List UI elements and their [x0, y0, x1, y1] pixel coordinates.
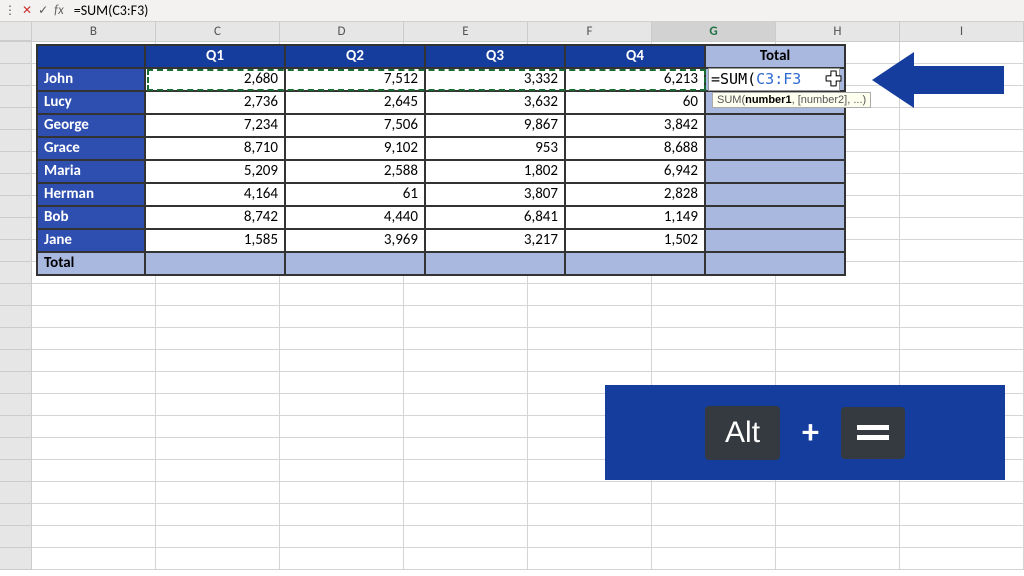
cell[interactable]: 7,512 — [285, 68, 425, 91]
cell[interactable]: 60 — [565, 91, 705, 114]
cell-total[interactable] — [705, 137, 845, 160]
col-header-F[interactable]: F — [528, 22, 652, 41]
col-header-G[interactable]: G — [652, 22, 776, 41]
cell[interactable]: 8,742 — [145, 206, 285, 229]
cell[interactable]: 3,332 — [425, 68, 565, 91]
equals-key — [841, 407, 905, 459]
alt-key: Alt — [705, 406, 780, 460]
cell-total[interactable] — [705, 160, 845, 183]
cell[interactable]: 7,506 — [285, 114, 425, 137]
tooltip-fn: SUM( — [717, 94, 745, 106]
cell[interactable]: 2,828 — [565, 183, 705, 206]
col-header-q2[interactable]: Q2 — [285, 45, 425, 68]
cancel-icon[interactable]: ✕ — [22, 3, 32, 18]
cell[interactable]: 9,102 — [285, 137, 425, 160]
total-cell[interactable] — [285, 252, 425, 275]
row-name[interactable]: George — [37, 114, 145, 137]
col-header-I[interactable]: I — [900, 22, 1024, 41]
cell[interactable]: 61 — [285, 183, 425, 206]
corner-header — [37, 45, 145, 68]
row-name[interactable]: Grace — [37, 137, 145, 160]
cell[interactable]: 4,440 — [285, 206, 425, 229]
cell[interactable]: 6,841 — [425, 206, 565, 229]
formula-input[interactable] — [70, 2, 1020, 19]
function-tooltip: SUM(number1, [number2], ...) — [712, 92, 871, 108]
total-cell[interactable] — [565, 252, 705, 275]
total-cell[interactable] — [145, 252, 285, 275]
tooltip-arg1: number1 — [745, 94, 791, 106]
active-cell-formula[interactable]: =SUM(C3:F3 — [708, 68, 840, 91]
cell[interactable]: 2,645 — [285, 91, 425, 114]
enter-icon[interactable]: ✓ — [38, 3, 48, 18]
row-name[interactable]: Lucy — [37, 91, 145, 114]
cell[interactable]: 1,802 — [425, 160, 565, 183]
annotation-arrow — [914, 66, 1004, 94]
cell[interactable]: 1,149 — [565, 206, 705, 229]
row-name[interactable]: Bob — [37, 206, 145, 229]
cell-total[interactable] — [705, 229, 845, 252]
col-header-E[interactable]: E — [404, 22, 528, 41]
cell-total[interactable] — [705, 206, 845, 229]
col-header-D[interactable]: D — [280, 22, 404, 41]
cell[interactable]: 9,867 — [425, 114, 565, 137]
cell-total[interactable] — [705, 183, 845, 206]
cell[interactable]: 4,164 — [145, 183, 285, 206]
cell[interactable]: 2,736 — [145, 91, 285, 114]
plus-icon: + — [802, 412, 819, 453]
cell[interactable]: 3,969 — [285, 229, 425, 252]
col-header-q4[interactable]: Q4 — [565, 45, 705, 68]
cell[interactable]: 953 — [425, 137, 565, 160]
row-name[interactable]: Jane — [37, 229, 145, 252]
col-header-C[interactable]: C — [156, 22, 280, 41]
row-name[interactable]: Maria — [37, 160, 145, 183]
cell[interactable]: 3,842 — [565, 114, 705, 137]
formula-range-ref: C3:F3 — [756, 70, 801, 88]
total-cell[interactable] — [705, 252, 845, 275]
tooltip-rest: , [number2], ...) — [792, 94, 867, 106]
cell-total[interactable] — [705, 114, 845, 137]
cell[interactable]: 3,807 — [425, 183, 565, 206]
cell[interactable]: 8,688 — [565, 137, 705, 160]
formula-prefix: =SUM( — [711, 70, 756, 88]
row-name[interactable]: John — [37, 68, 145, 91]
row-name[interactable]: Herman — [37, 183, 145, 206]
total-cell[interactable] — [425, 252, 565, 275]
fx-label[interactable]: fx — [54, 3, 64, 18]
formula-bar: ⋮ ✕ ✓ fx — [0, 0, 1024, 22]
cell[interactable]: 3,217 — [425, 229, 565, 252]
cell[interactable]: 2,588 — [285, 160, 425, 183]
col-header-H[interactable]: H — [776, 22, 900, 41]
name-box-dropdown-icon[interactable]: ⋮ — [4, 3, 16, 18]
cell[interactable]: 1,502 — [565, 229, 705, 252]
cell[interactable]: 6,213 — [565, 68, 705, 91]
cell[interactable]: 1,585 — [145, 229, 285, 252]
cell-cursor-icon: ✚ — [826, 68, 841, 90]
cell[interactable]: 5,209 — [145, 160, 285, 183]
col-header-B[interactable]: B — [32, 22, 156, 41]
col-header-q3[interactable]: Q3 — [425, 45, 565, 68]
select-all-corner[interactable] — [0, 22, 32, 41]
col-header-total[interactable]: Total — [705, 45, 845, 68]
shortcut-hint: Alt + — [605, 385, 1005, 480]
row-total-label[interactable]: Total — [37, 252, 145, 275]
cell[interactable]: 6,942 — [565, 160, 705, 183]
col-header-q1[interactable]: Q1 — [145, 45, 285, 68]
column-headers: BCDEFGHI — [0, 22, 1024, 42]
cell[interactable]: 2,680 — [145, 68, 285, 91]
cell[interactable]: 8,710 — [145, 137, 285, 160]
cell[interactable]: 3,632 — [425, 91, 565, 114]
cell[interactable]: 7,234 — [145, 114, 285, 137]
